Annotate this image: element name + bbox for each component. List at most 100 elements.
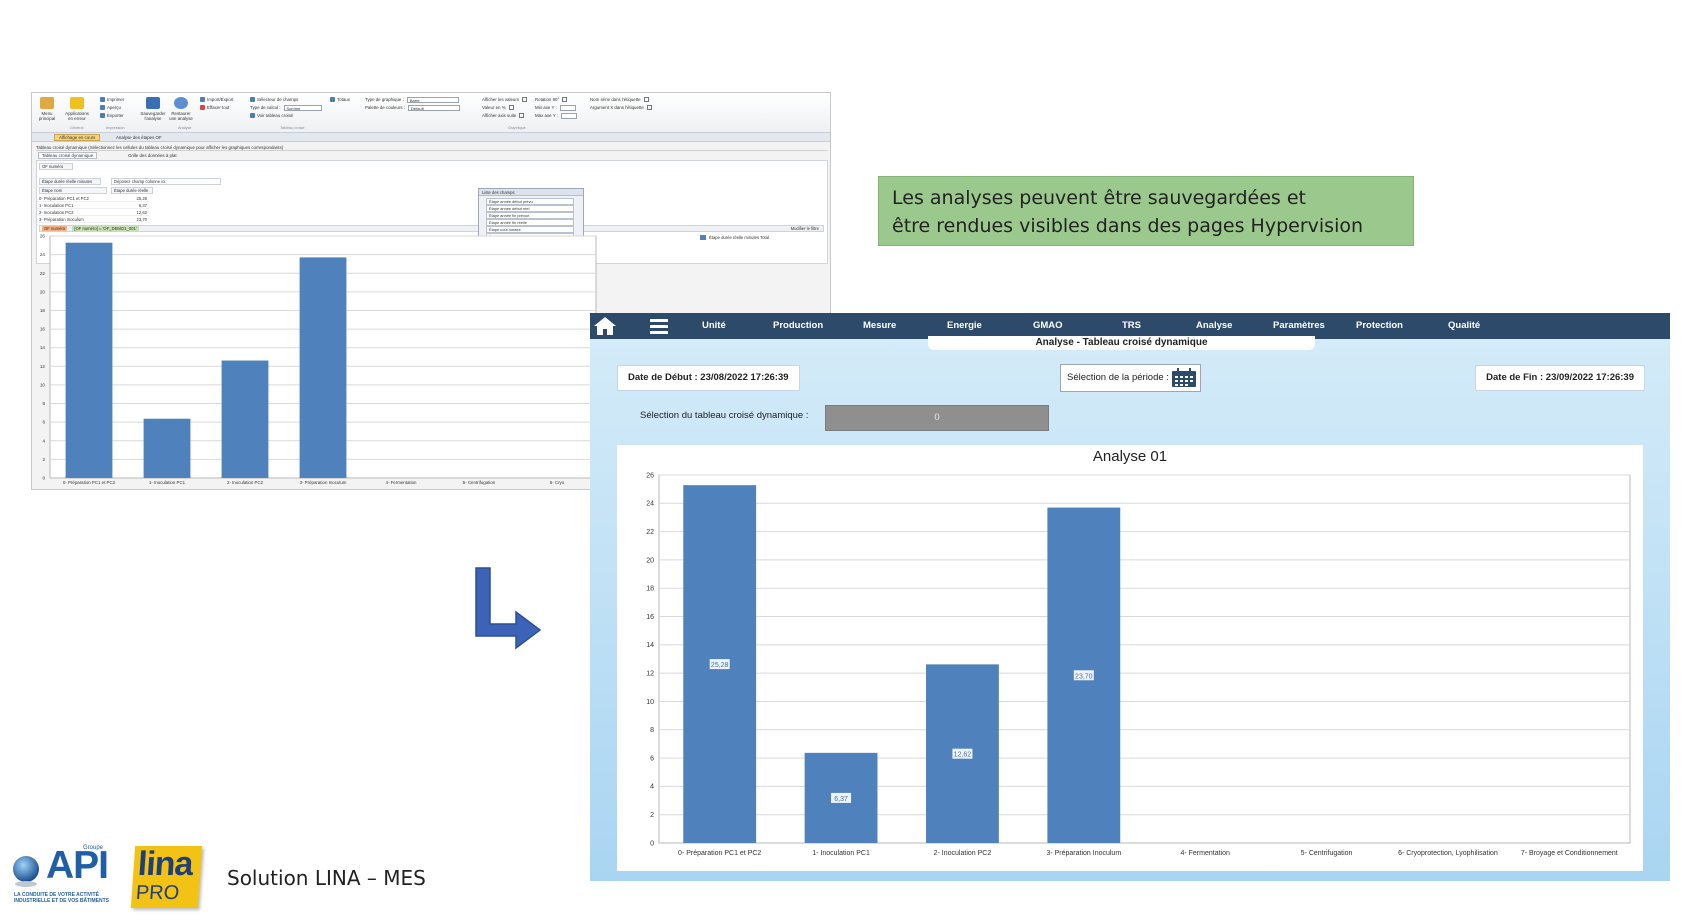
pivot-row[interactable]: 1- Inoculation PC1 6,37 [37,202,149,209]
tab-flat-grid[interactable]: Grille des données à plat [128,152,177,159]
rotation-checkbox[interactable]: Rotation 90° [535,96,568,104]
show-values-checkbox[interactable]: Afficher les valeurs [482,96,528,104]
error-apps-button[interactable]: Applications en erreur [64,97,90,121]
argument-label-checkbox[interactable]: Argument X dans l'étiquette [590,104,652,112]
tab-pivot-table[interactable]: Tableau croisé dynamique [38,152,98,159]
x-category-label: 0- Préparation PC1 et PC2 [63,480,116,485]
ribbon-group-chart: Graphique [508,126,526,130]
x-category-label: 4- Fermentation [386,480,418,485]
x-category-label: 3- Préparation Inoculum [300,480,347,485]
nav-protection[interactable]: Protection [1356,313,1403,339]
x-category-label: 3- Préparation Inoculum [1046,850,1121,857]
y-tick-label: 12 [40,364,46,369]
y-tick-label: 8 [650,727,654,734]
lina-pro-text: PRO [135,882,180,904]
calc-type-select[interactable]: Somme [283,104,322,111]
min-y-field[interactable]: Min axe Y : [535,104,576,112]
pivot-selection-label: Sélection du tableau croisé dynamique : [640,410,809,421]
period-selector-label: Sélection de la période : [1067,372,1169,383]
nav-unite[interactable]: Unité [702,313,726,339]
field-selector-button[interactable]: Sélecteur de champs [250,96,298,104]
field-list-item[interactable]: Étape année début réel [486,205,574,212]
pivot-selection-field[interactable]: 0 [825,405,1049,431]
ribbon-group-print: Impression [106,126,125,130]
series-label-checkbox[interactable]: Nom série dans l'étiquette [590,96,649,104]
y-tick-label: 2 [42,457,45,462]
callout-line-1: Les analyses peuvent être sauvegardées e… [892,187,1306,209]
value-header: Étape durée réelle [111,187,153,194]
export-button[interactable]: Exporter [100,112,124,120]
y-tick-label: 20 [40,289,46,294]
column-drop-area[interactable]: Déposez champ colonne ici [111,178,221,185]
palette-select[interactable]: Default [408,104,461,111]
bar[interactable] [221,360,269,478]
main-menu-button[interactable]: Menu principal [34,97,60,121]
undo-icon [174,97,188,109]
main-menu-label: Menu principal [38,111,56,121]
max-y-field[interactable]: Max axe Y : [535,112,578,120]
save-icon [146,97,160,109]
bar[interactable] [65,242,113,478]
bar[interactable] [299,257,347,478]
legend-swatch [700,235,706,241]
show-pivot-button[interactable]: Voir tableau croisé [250,112,293,120]
y-tick-label: 18 [646,586,654,593]
pivot-row[interactable]: 2- Inoculation PC2 12,62 [37,209,149,216]
pivot-row[interactable]: 3- Préparation Inoculum 23,70 [37,216,149,223]
ribbon-group-pivot: Tableau croisé [280,126,305,130]
y-tick-label: 14 [646,642,654,649]
modify-filter-link[interactable]: Modifier le filtre [791,226,819,232]
y-tick-label: 16 [646,614,654,621]
x-category-label: 4- Fermentation [1180,850,1230,857]
palette-control[interactable]: Palette de couleurs : Default [365,104,461,112]
x-category-label: 0- Préparation PC1 et PC2 [678,850,761,857]
period-selector[interactable]: Sélection de la période : [1060,364,1201,392]
export-icon [100,113,105,119]
y-tick-label: 4 [650,784,654,791]
preview-button[interactable]: Aperçu [100,104,121,112]
nav-qualite[interactable]: Qualité [1448,313,1480,339]
save-analysis-label: Sauvegarder l'analyse [140,111,166,121]
tab-current-display[interactable]: Affichage en cours [54,134,101,141]
graph-type-control[interactable]: Type de graphique : Barre [365,96,459,104]
calendar-icon[interactable] [1171,368,1197,388]
home-icon [40,97,54,109]
y-tick-label: 4 [42,438,45,443]
pivot-panel-header: Tableau croisé dynamique (Sélectionnez l… [36,144,828,151]
axis-suite-checkbox[interactable]: Afficher axis suite [482,112,525,120]
graph-type-select[interactable]: Barre [406,96,459,103]
field-list-item[interactable]: Étape année fin réelle [486,219,574,226]
start-date-display: Date de Début : 23/08/2022 17:26:39 [617,365,800,391]
row-field-chip[interactable]: Étape nom [39,187,107,194]
data-field-chip[interactable]: Étape durée réelle minutes [39,178,101,185]
bar[interactable] [143,418,191,478]
pivot-row[interactable]: 0- Préparation PC1 et PC2 25,28 [37,195,149,202]
filter-field-chip[interactable]: OF numéro [39,163,73,170]
field-list-item[interactable]: Étape année début prévu [486,198,574,205]
save-analysis-button[interactable]: Sauvegarder l'analyse [140,97,166,121]
y-tick-label: 2 [650,812,654,819]
field-list-title: Liste des champs [479,189,583,196]
y-tick-label: 26 [40,234,46,239]
api-logo-text: API [46,844,109,887]
print-button[interactable]: Imprimer [100,96,124,104]
tab-of-steps-analysis[interactable]: Analyse des étapes OF [116,134,162,141]
y-tick-label: 24 [40,252,46,257]
field-list-item[interactable]: Étape année fin prévue [486,212,574,219]
x-category-label: 1- Inoculation PC1 [149,480,186,485]
y-tick-label: 6 [42,420,45,425]
nav-mesure[interactable]: Mesure [863,313,896,339]
totals-button[interactable]: Totaux [330,96,350,104]
clear-icon [200,105,205,111]
import-export-button[interactable]: Import/Export [200,96,233,104]
nav-production[interactable]: Production [773,313,823,339]
end-date-display: Date de Fin : 23/09/2022 17:26:39 [1475,365,1645,391]
home-icon[interactable] [593,316,617,336]
restore-analysis-button[interactable]: Restaurer une analyse [168,97,194,121]
calc-type-control[interactable]: Type de calcul : Somme [250,104,322,112]
hamburger-menu-icon[interactable] [649,317,669,335]
data-label: 12,62 [954,752,972,759]
analysis-chart-panel: 0 2 4 6 8 10 12 14 16 18 20 22 24 26 25,28 0- Préparati… [617,445,1643,871]
clear-all-button[interactable]: Effacer tout [200,104,229,112]
value-percent-checkbox[interactable]: Valeur en % [482,104,514,112]
